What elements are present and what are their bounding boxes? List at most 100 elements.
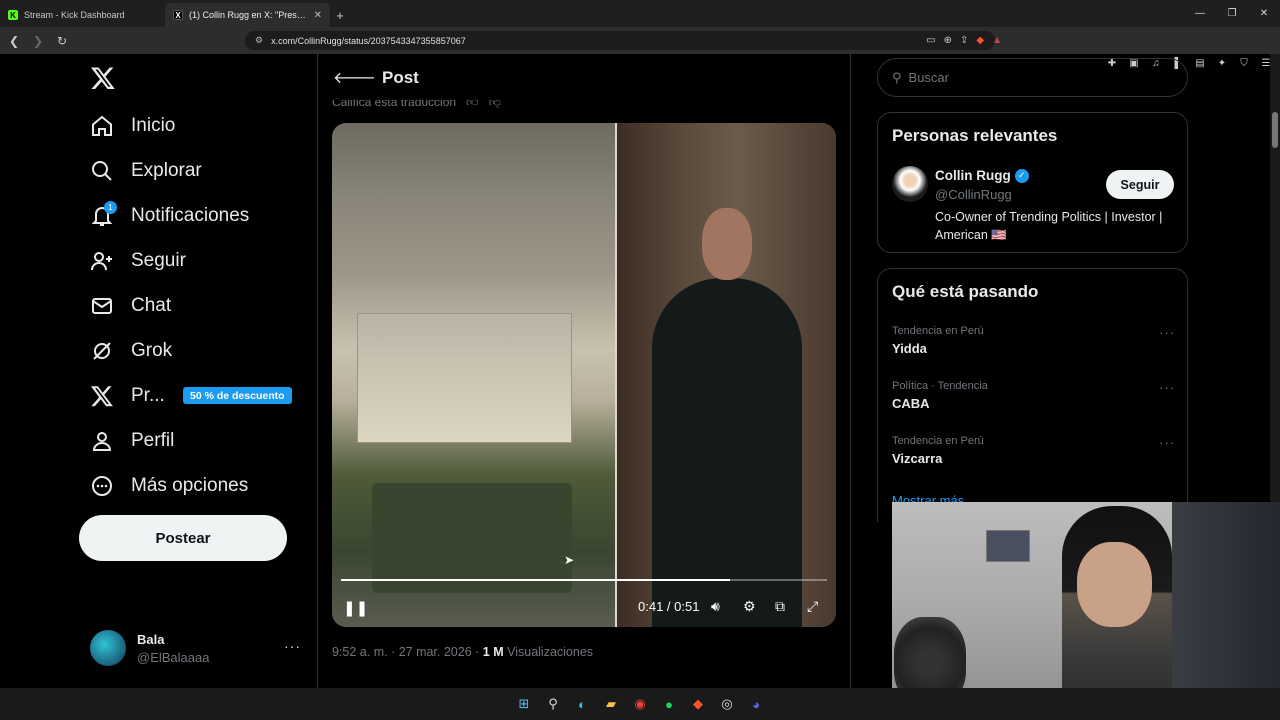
profile-handle: @CollinRugg (935, 187, 1012, 202)
video-progress-fill (341, 579, 730, 581)
reload-icon[interactable]: ↻ (52, 31, 72, 51)
trend-topic: Yidda (892, 341, 927, 356)
nav-item-explorar[interactable]: Explorar (90, 159, 202, 183)
zoom-icon[interactable]: ⊕ (944, 35, 952, 46)
home-icon (92, 115, 112, 136)
cast-icon[interactable]: ▭ (926, 35, 935, 46)
main-column: 🡐 Post Califica esta traducción 👍︎ 👎︎ ➤ … (318, 54, 851, 720)
search-placeholder: Buscar (908, 70, 949, 85)
post-button[interactable]: Postear (79, 515, 287, 561)
nav-item-notificaciones[interactable]: 1 Notificaciones (90, 201, 250, 228)
account-switcher[interactable]: Bala @ElBalaaaa (90, 630, 209, 666)
brave-icon[interactable]: ◆ (689, 695, 707, 713)
discord-icon[interactable]: ◕ (747, 695, 765, 713)
nav-label: Más opciones (131, 475, 249, 496)
spotify-icon[interactable]: ● (660, 695, 678, 713)
trending-card: Qué está pasando Tendencia en Perú Yidda… (877, 268, 1188, 522)
nav-label: Notificaciones (131, 205, 250, 226)
nav-item-perfil[interactable]: Perfil (90, 429, 174, 453)
profile-name[interactable]: Collin Rugg ✓ (935, 168, 1029, 183)
settings-gear-icon[interactable]: ⚙ (743, 598, 756, 615)
nav-item-premium[interactable]: Pr... (90, 384, 165, 408)
address-bar: ❮ ❯ ↻ ⚙ x.com/CollinRugg/status/20375433… (0, 27, 1280, 69)
grok-icon (93, 342, 111, 360)
search-icon (92, 161, 112, 181)
chrome-icon[interactable]: ◉ (631, 695, 649, 713)
video-frame-city (332, 123, 615, 627)
follow-button[interactable]: Seguir (1106, 170, 1174, 199)
search-icon[interactable]: ⚲ (544, 695, 562, 713)
tab-kick-dashboard[interactable]: K Stream - Kick Dashboard (0, 3, 165, 27)
volume-icon[interactable]: 🔊︎ (711, 598, 720, 615)
pause-icon[interactable]: ❚❚ (343, 599, 368, 617)
user-icon (92, 432, 112, 451)
x-logo-icon[interactable] (90, 64, 116, 92)
page-scrollbar[interactable] (1270, 54, 1280, 502)
building-shape (357, 313, 572, 443)
kick-icon: K (8, 10, 18, 20)
avatar[interactable] (892, 166, 928, 202)
nav-label: Inicio (131, 115, 176, 136)
nav-label: Chat (131, 295, 172, 316)
scrollbar-thumb[interactable] (1272, 112, 1278, 148)
minimize-icon[interactable]: — (1184, 0, 1216, 27)
brave-rewards-icon[interactable]: ▲ (992, 35, 1002, 46)
relevant-people-title: Personas relevantes (892, 126, 1058, 145)
mouse-cursor-icon: ➤ (564, 553, 575, 567)
search-icon: ⚲ (892, 69, 902, 85)
url-text: x.com/CollinRugg/status/2037543347355857… (271, 35, 466, 46)
account-more-icon[interactable]: ··· (284, 638, 301, 654)
nav-item-chat[interactable]: Chat (90, 294, 171, 318)
back-icon[interactable]: ❮ (4, 31, 24, 51)
add-user-icon (91, 252, 112, 271)
obs-icon[interactable]: ◎ (718, 695, 736, 713)
profile-bio: Co-Owner of Trending Politics | Investor… (935, 210, 1163, 242)
nav-label: Perfil (131, 430, 175, 451)
windows-start-icon[interactable]: ⊞ (515, 695, 533, 713)
back-arrow-icon[interactable]: 🡐 (333, 67, 376, 88)
picture-in-picture-icon[interactable]: ⧉ (775, 598, 785, 615)
close-tab-icon[interactable]: ✕ (314, 10, 322, 21)
x-icon: X (173, 10, 183, 20)
person-body-shape (652, 278, 802, 627)
video-progress-bar[interactable] (341, 579, 827, 581)
trend-more-icon[interactable]: ··· (1159, 435, 1175, 450)
trend-topic: CABA (892, 396, 930, 411)
person-head-shape (702, 208, 752, 280)
trend-item[interactable]: Tendencia en Perú Yidda ··· (892, 325, 1175, 356)
trend-more-icon[interactable]: ··· (1159, 380, 1175, 395)
tab-x-post[interactable]: X (1) Collin Rugg en X: "President ... ✕ (165, 3, 330, 27)
trend-context: Tendencia en Perú (892, 325, 984, 337)
nav-label: Pr... (131, 385, 165, 406)
trend-more-icon[interactable]: ··· (1159, 325, 1175, 340)
trend-item[interactable]: Política · Tendencia CABA ··· (892, 380, 1175, 411)
share-icon[interactable]: ⇪ (960, 35, 968, 46)
forward-icon[interactable]: ❯ (28, 31, 48, 51)
nav-item-seguir[interactable]: Seguir (90, 249, 186, 273)
new-tab-button[interactable]: + (330, 3, 350, 27)
premium-discount-badge[interactable]: 50 % de descuento (183, 387, 292, 404)
video-player[interactable]: ➤ ❚❚ 0:41 / 0:51 🔊︎ ⚙ ⧉ ⤢ (332, 123, 836, 627)
brave-shield-icon[interactable]: ◆ (976, 35, 984, 46)
site-info-icon[interactable]: ⚙ (255, 35, 263, 46)
page-title: Post (382, 68, 419, 87)
search-input[interactable]: ⚲ Buscar (877, 58, 1188, 97)
tab-label: (1) Collin Rugg en X: "President ... (189, 10, 308, 20)
nav-item-mas-opciones[interactable]: Más opciones (90, 474, 248, 498)
plaza-shape (372, 483, 572, 593)
profile-name-text: Collin Rugg (935, 168, 1011, 183)
restore-icon[interactable]: ❐ (1216, 0, 1248, 27)
nav-item-inicio[interactable]: Inicio (90, 114, 175, 138)
views-count: 1 M (482, 645, 504, 659)
url-field[interactable]: ⚙ x.com/CollinRugg/status/20375433473558… (245, 31, 995, 50)
taskbar: ⊞ ⚲ ◐ ▰ ◉ ● ◆ ◎ ◕ (0, 688, 1280, 720)
close-window-icon[interactable]: ✕ (1248, 0, 1280, 27)
fullscreen-icon[interactable]: ⤢ (807, 598, 818, 615)
left-navigation: Inicio Explorar 1 Notificaciones Seguir … (0, 54, 318, 720)
edge-icon[interactable]: ◐ (573, 695, 591, 713)
trend-item[interactable]: Tendencia en Perú Vizcarra ··· (892, 435, 1175, 466)
file-explorer-icon[interactable]: ▰ (602, 695, 620, 713)
trend-context: Tendencia en Perú (892, 435, 984, 447)
trend-topic: Vizcarra (892, 451, 943, 466)
nav-item-grok[interactable]: Grok (90, 339, 172, 363)
